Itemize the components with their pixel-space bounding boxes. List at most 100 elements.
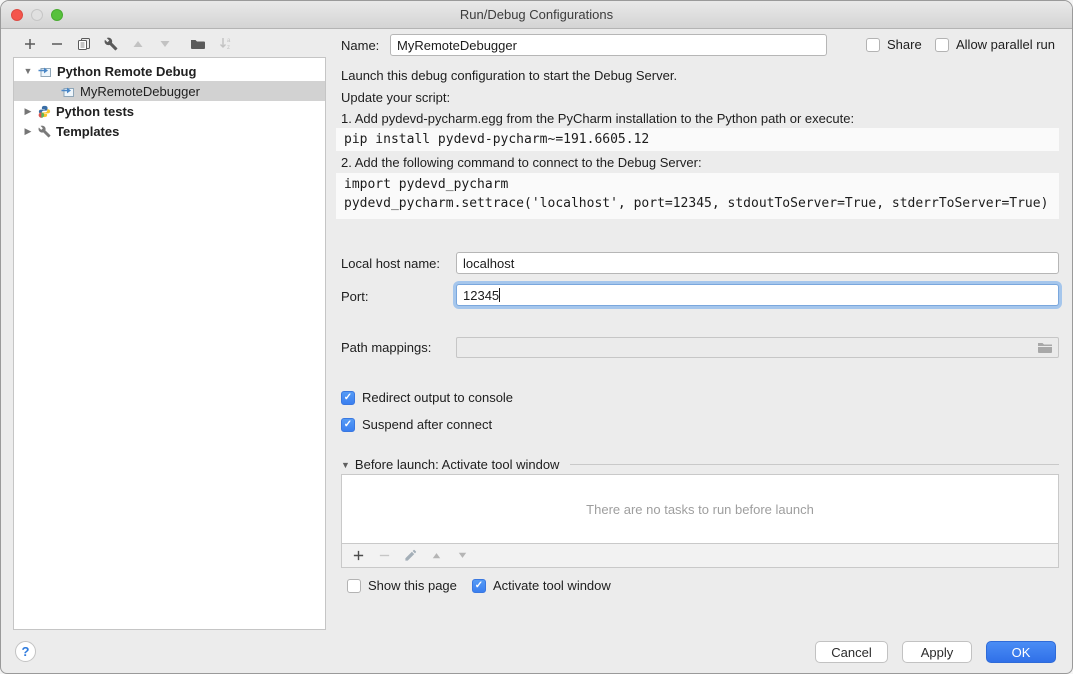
tree-item-templates[interactable]: ▶ Templates	[14, 121, 325, 141]
before-launch-task-list: There are no tasks to run before launch	[341, 474, 1059, 568]
path-mappings-label: Path mappings:	[341, 340, 431, 355]
share-label: Share	[887, 37, 922, 52]
suspend-after-connect-checkbox[interactable]: ✓	[341, 418, 355, 432]
tree-item-myremotedebugger[interactable]: MyRemoteDebugger	[14, 81, 325, 101]
apply-button[interactable]: Apply	[902, 641, 972, 663]
ok-button[interactable]: OK	[986, 641, 1056, 663]
name-input[interactable]	[390, 34, 827, 56]
path-mappings-field[interactable]	[456, 337, 1059, 358]
remote-debug-icon	[61, 85, 75, 98]
arrow-down-icon	[456, 549, 469, 562]
run-debug-configurations-dialog: Run/Debug Configurations	[0, 0, 1073, 674]
new-folder-button[interactable]	[190, 36, 206, 52]
code-line-import: import pydevd_pycharm	[344, 177, 508, 192]
allow-parallel-run-checkbox[interactable]	[935, 38, 949, 52]
tree-item-python-remote-debug[interactable]: ▼ Python Remote Debug	[14, 61, 325, 81]
title-bar: Run/Debug Configurations	[1, 1, 1072, 29]
python-tests-icon	[38, 105, 51, 118]
move-task-up-button	[428, 548, 444, 564]
new-folder-icon	[190, 37, 206, 51]
collapse-arrow-icon[interactable]: ▼	[341, 460, 350, 470]
text-caret	[499, 288, 500, 302]
configurations-tree: ▼ Python Remote Debug MyRemoteDebugger	[13, 57, 326, 630]
share-checkbox[interactable]	[866, 38, 880, 52]
activate-tool-window-label: Activate tool window	[493, 578, 611, 593]
allow-parallel-checkbox-row[interactable]: Allow parallel run	[935, 37, 1055, 52]
empty-task-list-text: There are no tasks to run before launch	[342, 475, 1058, 543]
tree-item-label: MyRemoteDebugger	[80, 84, 200, 99]
settrace-code-block: import pydevd_pycharm pydevd_pycharm.sett…	[336, 173, 1059, 219]
pencil-icon	[404, 549, 417, 562]
tree-item-label: Python tests	[56, 104, 134, 119]
instruction-step-2: 2. Add the following command to connect …	[341, 155, 702, 170]
suspend-after-connect-label: Suspend after connect	[362, 417, 492, 432]
local-host-label: Local host name:	[341, 256, 440, 271]
copy-configuration-button[interactable]	[76, 36, 92, 52]
browse-folder-button[interactable]	[1037, 341, 1053, 357]
copy-icon	[77, 37, 91, 51]
section-divider	[570, 464, 1059, 465]
minus-icon	[50, 37, 64, 51]
arrow-up-icon	[430, 549, 443, 562]
sort-configurations-button: a z	[217, 36, 233, 52]
show-this-page-label: Show this page	[368, 578, 457, 593]
question-mark-icon: ?	[22, 644, 30, 659]
svg-text:z: z	[227, 45, 230, 51]
dialog-buttons: Cancel Apply OK	[815, 641, 1056, 663]
port-input[interactable]	[456, 284, 1059, 306]
cancel-button[interactable]: Cancel	[815, 641, 888, 663]
share-checkbox-row[interactable]: Share	[866, 37, 922, 52]
activate-tool-window-checkbox[interactable]: ✓	[472, 579, 486, 593]
move-up-button	[130, 36, 146, 52]
move-down-button	[157, 36, 173, 52]
instruction-step-1: 1. Add pydevd-pycharm.egg from the PyCha…	[341, 111, 854, 126]
allow-parallel-run-label: Allow parallel run	[956, 37, 1055, 52]
collapse-arrow-icon[interactable]: ▼	[22, 66, 34, 76]
redirect-output-checkbox[interactable]: ✓	[341, 391, 355, 405]
instruction-line-2: Update your script:	[341, 90, 450, 105]
show-this-page-checkbox[interactable]	[347, 579, 361, 593]
name-label: Name:	[341, 38, 379, 53]
help-button[interactable]: ?	[15, 641, 36, 662]
task-list-toolbar	[342, 543, 1058, 567]
pip-install-code: pip install pydevd-pycharm~=191.6605.12	[336, 128, 1059, 151]
instruction-line-1: Launch this debug configuration to start…	[341, 68, 677, 83]
suspend-after-connect-row[interactable]: ✓ Suspend after connect	[341, 417, 492, 432]
sort-az-icon: a z	[218, 36, 233, 51]
add-configuration-button[interactable]	[22, 36, 38, 52]
svg-text:a: a	[227, 38, 231, 44]
edit-defaults-button[interactable]	[103, 36, 119, 52]
port-label: Port:	[341, 289, 368, 304]
plus-icon	[23, 37, 37, 51]
tree-item-label: Templates	[56, 124, 119, 139]
port-field-wrapper	[456, 284, 1059, 306]
window-title: Run/Debug Configurations	[1, 7, 1072, 22]
folder-icon	[1037, 341, 1053, 354]
configurations-toolbar: a z	[13, 30, 326, 57]
edit-task-button	[402, 548, 418, 564]
remove-task-button	[376, 548, 392, 564]
activate-tool-window-row[interactable]: ✓ Activate tool window	[472, 578, 611, 593]
arrow-up-icon	[131, 37, 145, 51]
templates-wrench-icon	[38, 125, 51, 138]
configuration-editor: Name: Share Allow parallel run Launch th…	[338, 29, 1059, 630]
arrow-down-icon	[158, 37, 172, 51]
redirect-output-label: Redirect output to console	[362, 390, 513, 405]
before-launch-section-header[interactable]: ▼ Before launch: Activate tool window	[341, 457, 1059, 472]
remove-configuration-button[interactable]	[49, 36, 65, 52]
expand-arrow-icon[interactable]: ▶	[22, 126, 34, 137]
remote-debug-icon	[38, 65, 52, 78]
tree-item-label: Python Remote Debug	[57, 64, 196, 79]
local-host-input[interactable]	[456, 252, 1059, 274]
plus-icon	[352, 549, 365, 562]
before-launch-title: Before launch: Activate tool window	[355, 457, 560, 472]
minus-icon	[378, 549, 391, 562]
redirect-output-row[interactable]: ✓ Redirect output to console	[341, 390, 513, 405]
code-line-settrace: pydevd_pycharm.settrace('localhost', por…	[344, 196, 1048, 211]
tree-item-python-tests[interactable]: ▶ Python tests	[14, 101, 325, 121]
wrench-icon	[104, 37, 118, 51]
show-this-page-row[interactable]: Show this page	[347, 578, 457, 593]
expand-arrow-icon[interactable]: ▶	[22, 106, 34, 117]
add-task-button[interactable]	[350, 548, 366, 564]
move-task-down-button	[454, 548, 470, 564]
